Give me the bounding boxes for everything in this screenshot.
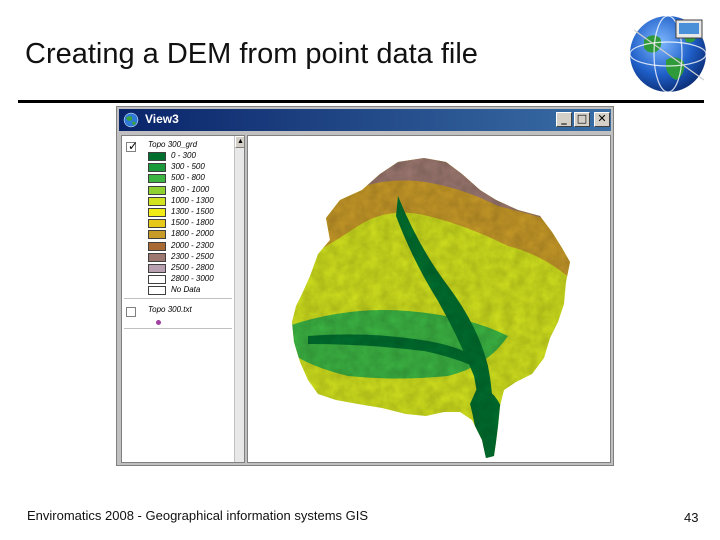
window-title: View3 [145,112,179,126]
legend-swatch [148,196,166,206]
legend-swatch [148,241,166,251]
close-button[interactable]: ✕ [594,112,610,127]
legend-label: 300 - 500 [171,162,205,172]
page-number: 43 [684,510,699,525]
map-display[interactable] [247,135,611,463]
raster-layer-checkbox[interactable]: ✓ [126,139,139,153]
toc-scrollbar[interactable]: ▲ [234,136,244,462]
point-layer-name[interactable]: Topo 300.txt [148,305,192,314]
globe-icon [123,112,139,128]
legend-label: 2000 - 2300 [171,240,214,250]
legend-swatch [148,208,166,217]
point-symbol-icon [156,320,161,325]
globe-logo-icon [629,15,707,93]
table-of-contents: ✓ Topo 300_grd 0 - 300 300 - 500 500 - 800… [121,135,245,463]
restore-button[interactable]: □ [574,112,590,127]
legend-swatch [148,252,166,262]
legend-swatch [148,264,166,273]
check-mark-icon: ✓ [128,139,139,153]
legend-swatch [148,185,166,195]
title-divider [18,100,704,103]
legend-label: 500 - 800 [171,173,205,183]
legend-label: No Data [171,285,201,295]
legend-swatch [148,275,166,285]
legend-label: 0 - 300 [171,151,196,160]
window-titlebar[interactable]: View3 _ □ ✕ [119,109,611,131]
legend-swatch [148,286,166,296]
view-window: View3 _ □ ✕ ✓ Topo 300_grd 0 - 300 300 - … [116,106,614,466]
legend-swatch [148,219,166,229]
footer-text: Enviromatics 2008 - Geographical informa… [27,508,369,523]
legend-swatch [148,230,166,240]
legend-label: 2300 - 2500 [171,251,214,261]
dem-raster-map[interactable] [248,136,610,462]
legend-swatch [148,174,166,184]
terrain-texture [292,158,570,458]
toc-divider [124,328,232,329]
toc-divider [124,298,232,299]
point-layer-checkbox[interactable] [126,307,136,317]
minimize-button[interactable]: _ [556,112,572,127]
legend-label: 800 - 1000 [171,184,210,194]
raster-layer-name[interactable]: Topo 300_grd [148,140,197,149]
legend-label: 1000 - 1300 [171,195,214,205]
legend-label: 1300 - 1500 [171,207,214,216]
legend-label: 2500 - 2800 [171,263,214,272]
legend-swatch [148,152,166,161]
legend-label: 2800 - 3000 [171,274,214,284]
scroll-up-arrow-icon[interactable]: ▲ [235,136,244,148]
legend-swatch [148,163,166,173]
legend-label: 1800 - 2000 [171,229,214,239]
legend-label: 1500 - 1800 [171,218,214,228]
slide-title: Creating a DEM from point data file [25,38,478,70]
